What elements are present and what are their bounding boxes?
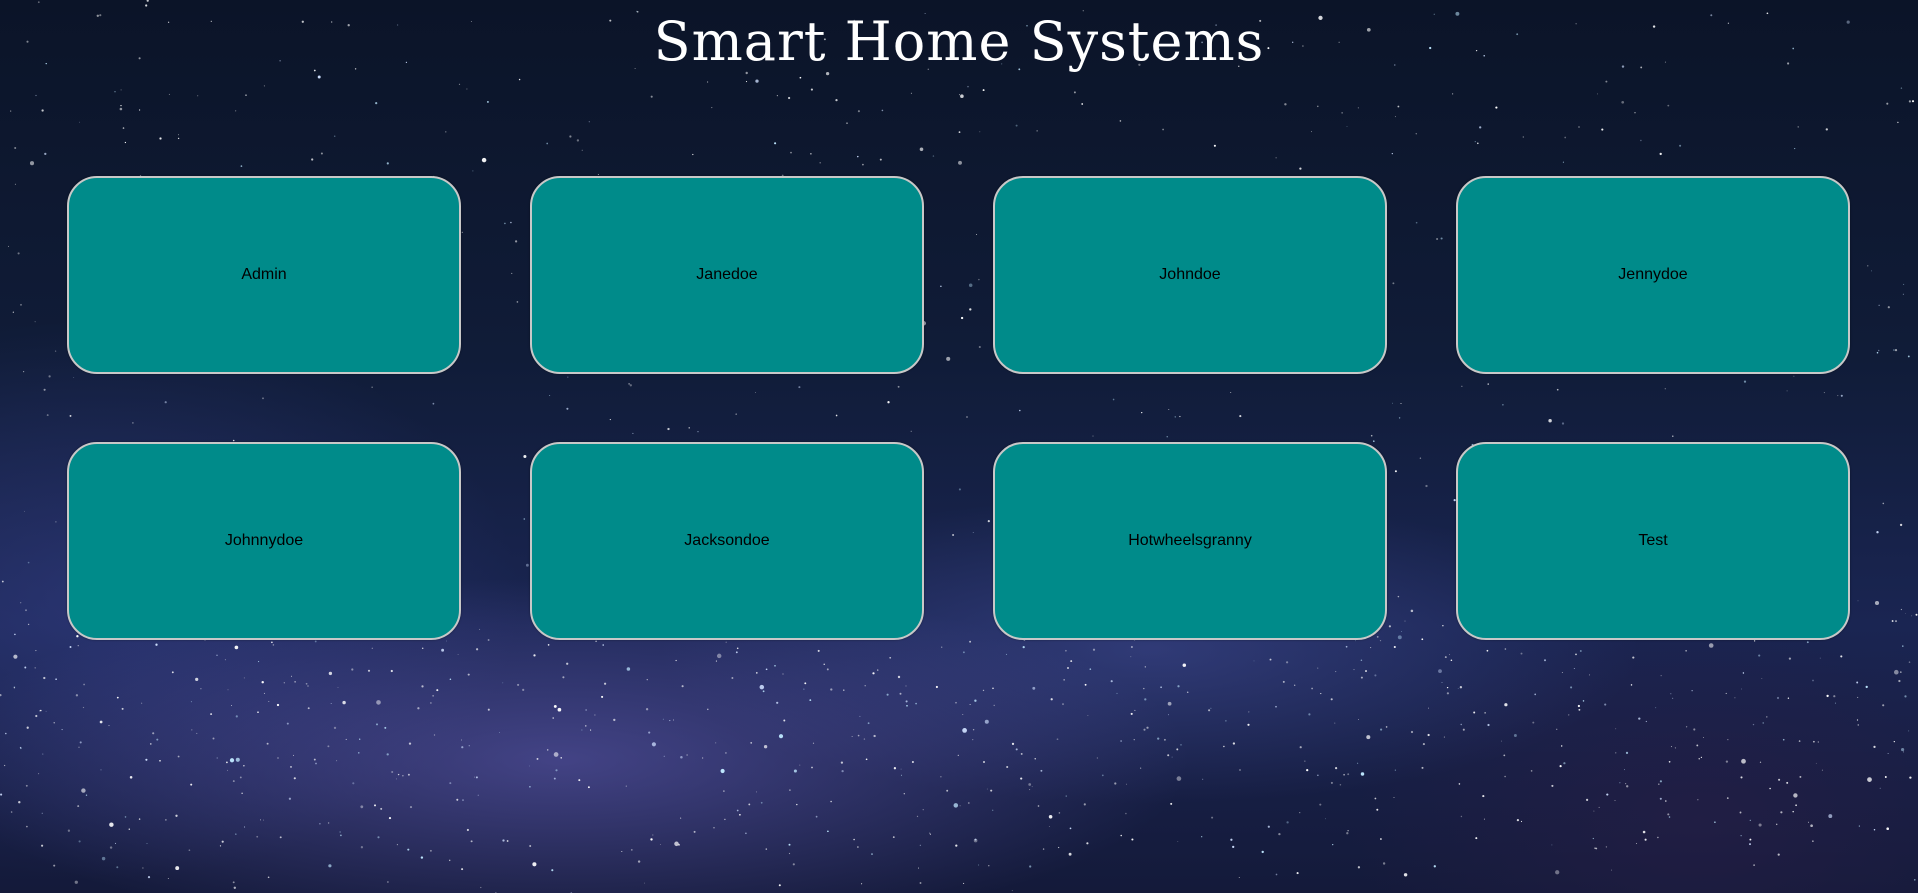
user-card-label: Johnnydoe: [224, 532, 304, 549]
user-card-jacksondoe[interactable]: Jacksondoe: [530, 442, 924, 640]
user-card-janedoe[interactable]: Janedoe: [530, 176, 924, 374]
page: { "title": "Smart Home Systems", "users"…: [0, 0, 1918, 893]
user-card-label: Admin: [241, 266, 287, 283]
user-card-test[interactable]: Test: [1456, 442, 1850, 640]
user-card-johnnydoe[interactable]: Johnnydoe: [67, 442, 461, 640]
user-card-jennydoe[interactable]: Jennydoe: [1456, 176, 1850, 374]
user-card-label: Janedoe: [696, 266, 758, 283]
user-card-label: Jennydoe: [1618, 266, 1688, 283]
user-card-hotwheelsgranny[interactable]: Hotwheelsgranny: [993, 442, 1387, 640]
user-grid: Admin Janedoe Johndoe Jennydoe Johnnydoe…: [67, 176, 1851, 640]
user-card-admin[interactable]: Admin: [67, 176, 461, 374]
user-card-johndoe[interactable]: Johndoe: [993, 176, 1387, 374]
user-card-label: Hotwheelsgranny: [1128, 532, 1252, 549]
page-title: Smart Home Systems: [653, 10, 1265, 73]
user-card-label: Johndoe: [1159, 266, 1221, 283]
user-card-label: Test: [1638, 532, 1668, 549]
user-card-label: Jacksondoe: [684, 532, 770, 549]
